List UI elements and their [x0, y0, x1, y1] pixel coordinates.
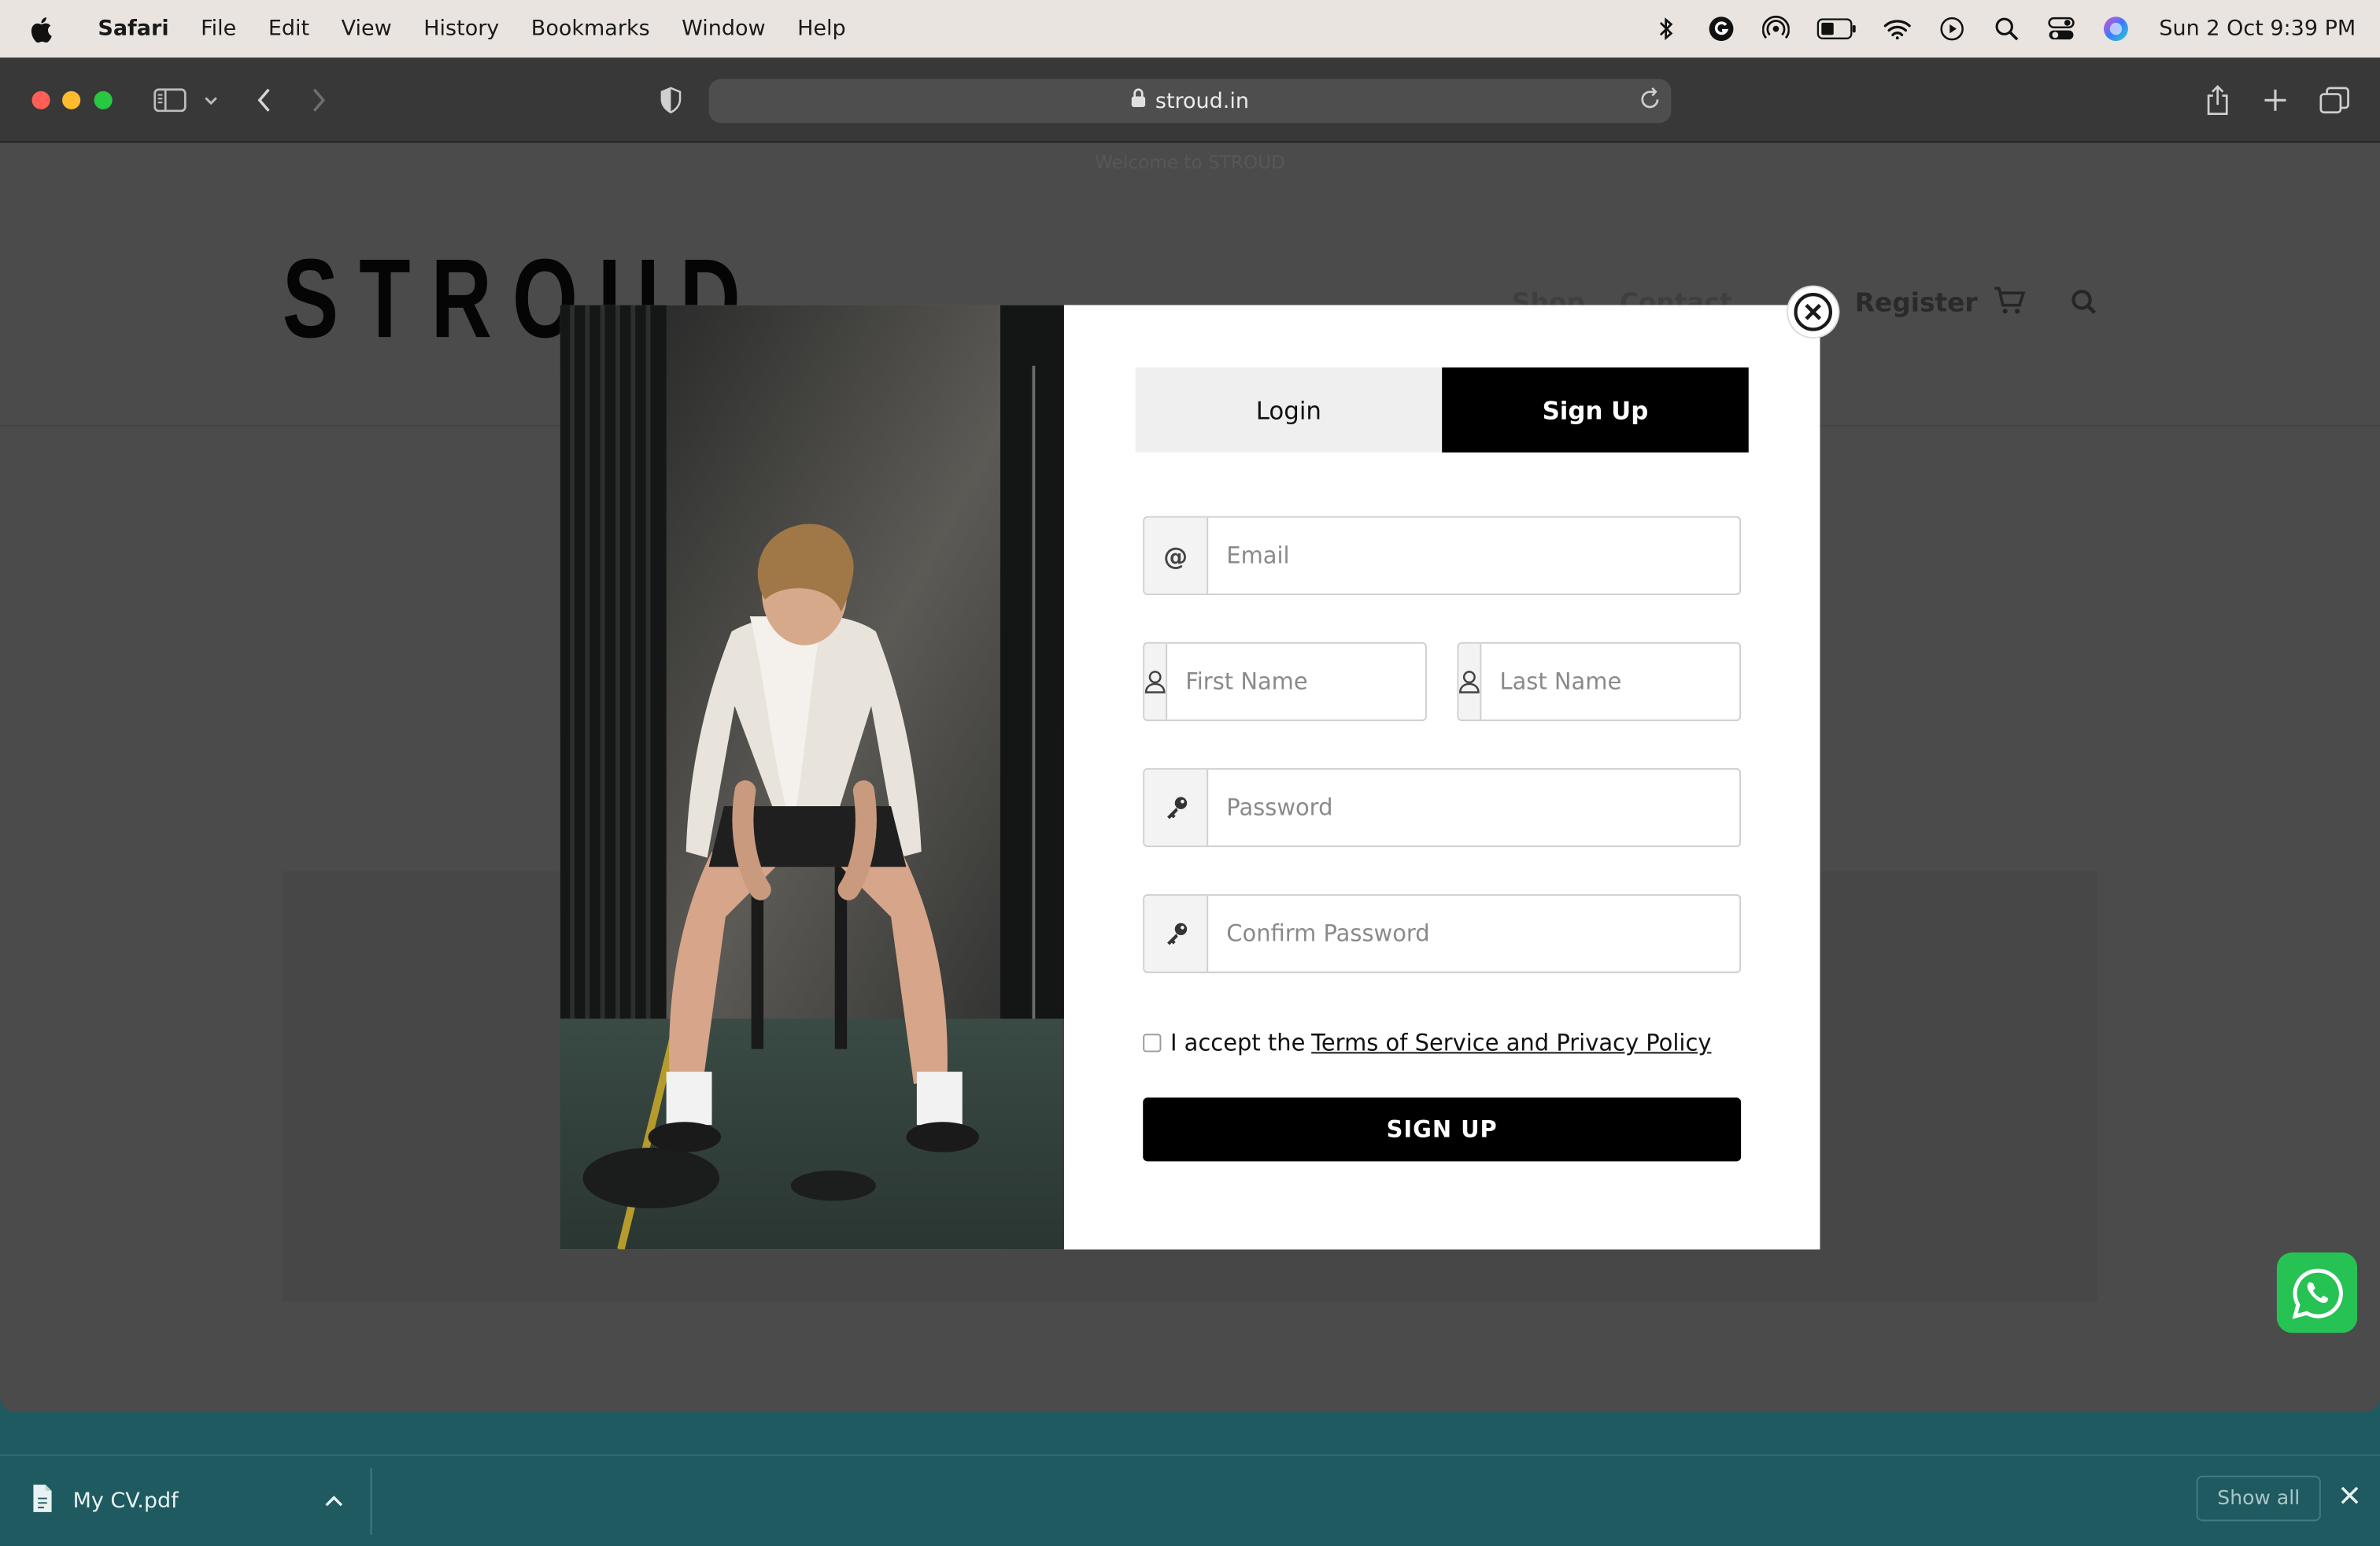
downloads-bar: My CV.pdf Show all — [0, 1454, 2380, 1546]
now-playing-icon[interactable] — [1938, 13, 1968, 44]
key-icon — [1144, 769, 1209, 846]
pdf-file-icon — [31, 1483, 55, 1519]
tab-overview-icon[interactable] — [2318, 82, 2351, 118]
download-file-name: My CV.pdf — [72, 1489, 179, 1514]
first-name-field — [1143, 642, 1427, 722]
menu-help[interactable]: Help — [782, 17, 862, 41]
user-icon — [1144, 643, 1168, 720]
privacy-shield-icon[interactable] — [656, 82, 686, 118]
url-text: stroud.in — [1155, 88, 1250, 113]
key-icon — [1144, 895, 1209, 972]
menu-history[interactable]: History — [408, 17, 516, 41]
apple-menu-icon[interactable] — [0, 16, 82, 43]
menu-clock[interactable]: Sun 2 Oct 9:39 PM — [2159, 17, 2356, 41]
first-name-input[interactable] — [1167, 643, 1425, 720]
tab-signup[interactable]: Sign Up — [1442, 367, 1749, 453]
menu-view[interactable]: View — [325, 17, 408, 41]
signup-submit-button[interactable]: SIGN UP — [1143, 1097, 1742, 1162]
nav-register-link[interactable]: Register — [1855, 288, 1978, 319]
forward-icon[interactable] — [304, 82, 334, 118]
browser-toolbar: stroud.in — [0, 57, 2380, 143]
last-name-input[interactable] — [1481, 643, 1740, 720]
siri-icon[interactable] — [2101, 13, 2132, 44]
control-center-icon[interactable] — [2047, 13, 2078, 44]
last-name-field — [1457, 642, 1742, 722]
window-close-button[interactable] — [31, 91, 50, 109]
new-tab-icon[interactable] — [2259, 82, 2292, 118]
battery-icon[interactable] — [1816, 13, 1859, 44]
at-sign-icon: @ — [1144, 517, 1209, 594]
terms-link[interactable]: Terms of Service and Privacy Policy — [1311, 1030, 1711, 1057]
status-area: Sun 2 Oct 9:39 PM — [1652, 0, 2356, 57]
close-icon[interactable] — [2338, 1483, 2362, 1514]
chevron-up-icon[interactable] — [323, 1486, 345, 1515]
address-bar[interactable]: stroud.in — [708, 79, 1672, 124]
confirm-password-field — [1143, 893, 1742, 974]
modal-close-button[interactable] — [1787, 287, 1839, 338]
share-icon[interactable] — [2201, 82, 2234, 118]
user-icon — [1458, 643, 1482, 720]
confirm-password-input[interactable] — [1208, 895, 1740, 972]
email-input[interactable] — [1208, 517, 1740, 594]
reload-icon[interactable] — [1638, 85, 1662, 118]
menu-bookmarks[interactable]: Bookmarks — [516, 17, 666, 41]
menu-window[interactable]: Window — [666, 17, 782, 41]
wifi-icon[interactable] — [1883, 13, 1913, 44]
bluetooth-icon[interactable] — [1652, 13, 1683, 44]
close-icon — [1794, 293, 1833, 331]
airdrop-icon[interactable] — [1761, 13, 1792, 44]
menu-bar: Safari File Edit View History Bookmarks … — [0, 0, 2380, 58]
welcome-banner: Welcome to STROUD — [1095, 151, 1285, 173]
screen: Safari File Edit View History Bookmarks … — [0, 0, 2380, 1546]
cart-icon[interactable] — [1993, 286, 2026, 322]
download-item[interactable]: My CV.pdf — [31, 1483, 179, 1519]
terms-row: I accept the Terms of Service and Privac… — [1143, 1029, 1711, 1057]
show-all-button[interactable]: Show all — [2196, 1475, 2321, 1522]
window-zoom-button[interactable] — [94, 91, 113, 109]
sidebar-toggle-icon[interactable] — [152, 82, 188, 118]
search-icon[interactable] — [2071, 288, 2098, 321]
spotlight-icon[interactable] — [1992, 13, 2023, 44]
grammarly-icon[interactable] — [1707, 13, 1738, 44]
window-minimize-button[interactable] — [62, 91, 81, 109]
email-field: @ — [1143, 516, 1742, 596]
back-icon[interactable] — [249, 82, 279, 118]
menu-edit[interactable]: Edit — [253, 17, 326, 41]
whatsapp-chat-button[interactable] — [2276, 1252, 2358, 1333]
password-field — [1143, 767, 1742, 848]
terms-prefix: I accept the — [1170, 1029, 1306, 1057]
terms-checkbox[interactable] — [1143, 1034, 1162, 1052]
password-input[interactable] — [1208, 769, 1740, 846]
tab-login[interactable]: Login — [1135, 367, 1443, 453]
auth-tabs: Login Sign Up — [1135, 367, 1749, 453]
signup-form: Login Sign Up @ Email First Name Last Na… — [1063, 305, 1820, 1250]
whatsapp-icon — [2291, 1267, 2342, 1319]
desktop-strip — [0, 1411, 2380, 1455]
downloads-divider — [370, 1467, 372, 1535]
auth-modal: Login Sign Up @ Email First Name Last Na… — [560, 305, 1820, 1250]
gym-athlete-photo — [560, 305, 1064, 1250]
lock-icon — [1131, 88, 1146, 114]
menu-app-name[interactable]: Safari — [82, 17, 185, 41]
chevron-down-icon[interactable] — [201, 82, 222, 118]
menu-file[interactable]: File — [185, 17, 253, 41]
